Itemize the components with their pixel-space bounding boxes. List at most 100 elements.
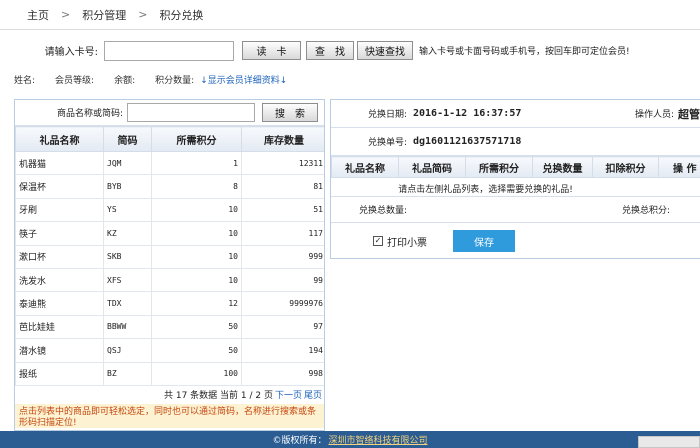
show-member-details-link[interactable]: ↓显示会员详细资料↓ bbox=[200, 73, 287, 86]
gift-stock: 194 bbox=[241, 338, 324, 363]
gift-table: 礼品名称 简码 所需积分 库存数量 机器猫 JQM 1 12311 保温杯 BYB 8 81… bbox=[15, 126, 324, 386]
table-row[interactable]: 漱口杯 SKB 10 999 bbox=[15, 244, 324, 269]
exchange-order-value: dg1601121637571718 bbox=[413, 136, 522, 147]
table-row[interactable]: 泰迪熊 TDX 12 9999976 bbox=[15, 291, 324, 316]
horizontal-scrollbar[interactable] bbox=[638, 436, 700, 448]
read-card-button[interactable]: 读 卡 bbox=[242, 41, 301, 60]
print-receipt-checkbox[interactable]: ✓ bbox=[373, 236, 383, 246]
col-header-required-points: 所需积分 bbox=[151, 126, 242, 152]
col-header-gift-name: 礼品名称 bbox=[15, 126, 104, 152]
gift-points: 10 bbox=[151, 197, 242, 223]
gift-name: 漱口杯 bbox=[15, 244, 104, 269]
card-search-row: 请输入卡号: 读 卡 查 找 快速查找 输入卡号或卡面号码或手机号，按回车即可定… bbox=[14, 38, 700, 63]
gift-stock: 12311 bbox=[241, 150, 324, 176]
gift-code: BZ bbox=[103, 361, 152, 386]
gift-code: SKB bbox=[103, 244, 152, 269]
card-search-hint: 输入卡号或卡面号码或手机号，按回车即可定位会员! bbox=[419, 47, 630, 57]
gift-search-label: 商品名称或简码: bbox=[56, 109, 123, 119]
gift-code: XFS bbox=[103, 267, 152, 293]
member-points-label: 积分数量: bbox=[155, 75, 195, 86]
col-header-deduct-points: 扣除积分 bbox=[592, 156, 659, 178]
find-button[interactable]: 查 找 bbox=[306, 41, 354, 60]
gift-list-panel: 商品名称或简码: 搜 索 礼品名称 简码 所需积分 库存数量 机器猫 JQM 1 12… bbox=[14, 99, 325, 431]
col-header-stock: 库存数量 bbox=[241, 126, 324, 152]
breadcrumb-home[interactable]: 主页 bbox=[27, 7, 49, 23]
pager: 共 17 条数据 当前 1 / 2 页 下一页 尾页 bbox=[15, 386, 324, 404]
breadcrumb-separator: > bbox=[61, 8, 71, 21]
gift-search-bar: 商品名称或简码: 搜 索 bbox=[15, 100, 324, 126]
gift-points: 50 bbox=[151, 338, 242, 363]
gift-stock: 9999976 bbox=[241, 291, 324, 316]
breadcrumb-points-exchange: 积分兑换 bbox=[159, 8, 204, 22]
col-header-required-points: 所需积分 bbox=[465, 156, 533, 178]
exchange-totals-row: 兑换总数量: 兑换总积分: bbox=[331, 197, 700, 223]
operator-label: 操作人员: bbox=[634, 110, 674, 120]
gift-points: 10 bbox=[151, 244, 242, 269]
exchange-date-label: 兑换日期: bbox=[367, 110, 407, 120]
table-row[interactable]: 报纸 BZ 100 998 bbox=[15, 361, 324, 386]
gift-name: 潜水镜 bbox=[15, 338, 104, 363]
table-row[interactable]: 筷子 KZ 10 117 bbox=[15, 221, 324, 246]
gift-code: YS bbox=[103, 197, 152, 223]
gift-points: 10 bbox=[151, 221, 242, 246]
breadcrumb-points-management[interactable]: 积分管理 bbox=[82, 7, 126, 23]
gift-stock: 51 bbox=[241, 197, 324, 223]
exchange-table-header: 礼品名称 礼品简码 所需积分 兑换数量 扣除积分 操 作 bbox=[331, 156, 700, 178]
gift-stock: 99 bbox=[241, 267, 324, 293]
exchange-date-value: 2016-1-12 16:37:57 bbox=[413, 108, 522, 119]
gift-table-header: 礼品名称 简码 所需积分 库存数量 bbox=[15, 126, 324, 152]
card-number-input[interactable] bbox=[104, 40, 234, 61]
gift-code: JQM bbox=[103, 150, 152, 176]
gift-name: 保温杯 bbox=[15, 174, 104, 199]
gift-search-input[interactable] bbox=[127, 103, 255, 122]
gift-points: 1 bbox=[151, 150, 242, 176]
table-row[interactable]: 机器猫 JQM 1 12311 bbox=[15, 150, 324, 176]
breadcrumb-separator: > bbox=[138, 8, 148, 21]
copyright-label: ©版权所有： bbox=[272, 436, 327, 446]
gift-code: TDX bbox=[103, 291, 152, 316]
pager-last-link[interactable]: 尾页 bbox=[304, 388, 322, 401]
exchange-order-label: 兑换单号: bbox=[367, 138, 407, 148]
table-row[interactable]: 芭比娃娃 BBWW 50 97 bbox=[15, 314, 324, 340]
quick-find-button[interactable]: 快速查找 bbox=[357, 41, 413, 60]
total-points-label: 兑换总积分: bbox=[621, 206, 670, 216]
gift-stock: 117 bbox=[241, 221, 324, 246]
gift-name: 泰迪熊 bbox=[15, 291, 104, 316]
gift-points: 12 bbox=[151, 291, 242, 316]
operator-group: 操作人员: 超管 bbox=[635, 106, 700, 122]
gift-code: BBWW bbox=[103, 314, 152, 340]
exchange-order-row: 兑换单号: dg1601121637571718 bbox=[331, 128, 700, 156]
gift-stock: 81 bbox=[241, 174, 324, 199]
print-receipt-label: 打印小票 bbox=[387, 237, 427, 249]
gift-code: KZ bbox=[103, 221, 152, 246]
gift-points: 10 bbox=[151, 267, 242, 293]
exchange-empty-message: 请点击左侧礼品列表，选择需要兑换的礼品! bbox=[331, 178, 700, 197]
table-row[interactable]: 潜水镜 QSJ 50 194 bbox=[15, 338, 324, 363]
table-row[interactable]: 洗发水 XFS 10 99 bbox=[15, 267, 324, 293]
gift-stock: 97 bbox=[241, 314, 324, 340]
company-link[interactable]: 深圳市智络科技有限公司 bbox=[329, 433, 428, 446]
gift-stock: 999 bbox=[241, 244, 324, 269]
card-number-label: 请输入卡号: bbox=[44, 47, 98, 58]
gift-points: 100 bbox=[151, 361, 242, 386]
col-header-action: 操 作 bbox=[658, 156, 700, 178]
table-row[interactable]: 保温杯 BYB 8 81 bbox=[15, 174, 324, 199]
table-row[interactable]: 牙刷 YS 10 51 bbox=[15, 197, 324, 223]
footer: ©版权所有： 深圳市智络科技有限公司 bbox=[0, 431, 700, 448]
gift-name: 筷子 bbox=[15, 221, 104, 246]
pager-summary: 共 17 条数据 当前 1 / 2 页 bbox=[164, 391, 273, 402]
member-info-row: 姓名: 会员等级: 余额: 积分数量: ↓显示会员详细资料↓ bbox=[0, 70, 700, 88]
save-button[interactable]: 保存 bbox=[453, 230, 515, 252]
gift-search-button[interactable]: 搜 索 bbox=[262, 103, 318, 122]
col-header-exchange-qty: 兑换数量 bbox=[532, 156, 593, 178]
exchange-date-row: 兑换日期: 2016-1-12 16:37:57 操作人员: 超管 bbox=[331, 100, 700, 128]
gift-code: QSJ bbox=[103, 338, 152, 363]
pager-next-link[interactable]: 下一页 bbox=[275, 388, 302, 401]
gift-name: 洗发水 bbox=[15, 267, 104, 293]
exchange-items-table: 礼品名称 礼品简码 所需积分 兑换数量 扣除积分 操 作 bbox=[331, 156, 700, 178]
gift-stock: 998 bbox=[241, 361, 324, 386]
print-save-row: ✓ 打印小票 保存 bbox=[331, 223, 700, 258]
member-level-label: 会员等级: bbox=[55, 75, 95, 86]
breadcrumb: 主页 > 积分管理 > 积分兑换 bbox=[0, 0, 700, 30]
col-header-gift-code: 礼品简码 bbox=[398, 156, 466, 178]
